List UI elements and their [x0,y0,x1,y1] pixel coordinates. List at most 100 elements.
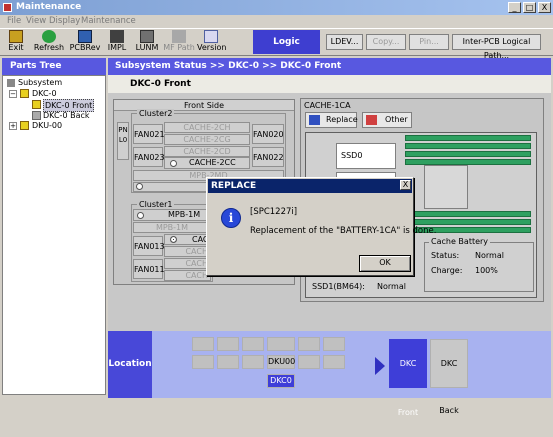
location-label: Location [108,331,152,398]
menu-maintenance[interactable]: Maintenance [81,15,136,28]
tree-item-dkc0[interactable]: DKC-0 [32,88,57,99]
location-cell[interactable] [192,337,214,351]
dialog-close-button[interactable]: X [400,180,411,190]
location-cell[interactable] [242,337,264,351]
cache-2ch-slot[interactable]: CACHE-2CH [164,122,250,133]
location-cell[interactable] [217,355,239,369]
refresh-icon [42,30,56,43]
warning-icon [20,121,29,130]
mpb-1m-slot[interactable]: MPB-1M [133,209,211,221]
fan023-slot[interactable]: FAN023 [133,147,165,167]
fan021-slot[interactable]: FAN021 [133,124,165,144]
mpb-1m-label: MPB-1M [168,210,201,219]
dimm-slot [405,211,531,217]
dkc-back-button[interactable]: DKC Back [430,339,468,415]
lunm-icon [140,30,154,43]
minimize-button[interactable]: _ [508,2,521,13]
replace-icon [309,115,320,125]
fan013-slot[interactable]: FAN013 [133,236,165,256]
inter-pcb-button[interactable]: Inter-PCB Logical Path... [452,34,541,60]
parts-tree-header: Parts Tree [2,58,106,75]
window-title: Maintenance [16,2,82,12]
menu-file[interactable]: File [7,15,21,28]
cache-2cg-slot[interactable]: CACHE-2CG [164,134,250,145]
maximize-button[interactable]: □ [523,2,536,13]
ok-button[interactable]: OK [359,255,411,272]
warning-icon [32,100,41,109]
battery-charge-value: 100% [475,266,498,275]
cluster2-label: Cluster2 [137,109,175,118]
dimm-slot [405,143,531,149]
cache-slot[interactable]: CACH [164,246,211,257]
fan011-slot[interactable]: FAN011 [133,259,165,279]
cache-slot[interactable]: CACH [164,258,211,269]
pcbrev-button[interactable]: PCBRev [69,29,101,55]
mf-path-icon [172,30,186,43]
exit-button[interactable]: Exit [4,29,28,55]
location-cell[interactable] [267,337,295,351]
dkc-front-button[interactable]: DKC Front [389,339,427,417]
replace-label: Replace [326,115,358,124]
radio-button[interactable] [137,212,144,219]
mpb-1m-dim-slot[interactable]: MPB-1M [133,222,211,233]
expand-dku00-icon[interactable]: + [9,122,17,130]
location-cell[interactable] [323,355,345,369]
menu-display[interactable]: Display [49,15,80,28]
location-cell[interactable] [192,355,214,369]
location-cell[interactable] [323,337,345,351]
app-icon [3,3,12,12]
location-dku00[interactable]: DKU00 [267,355,295,369]
copy-button[interactable]: Copy... [366,34,406,50]
tree-item-dku00[interactable]: DKU-00 [32,120,62,131]
ssd0-label: SSD0 [341,151,363,160]
pnl0-slot[interactable]: PNL0 [117,122,129,160]
location-cell[interactable] [298,337,320,351]
expand-dkc0-icon[interactable]: − [9,90,17,98]
cache-slot[interactable]: CACH [164,270,211,281]
radio-button[interactable] [170,160,177,167]
battery-status-value: Normal [475,251,504,260]
menu-bar: File View Display Maintenance [0,15,553,28]
logic-function-tab[interactable]: Logic Function [253,30,320,71]
battery-status-label: Status: [431,251,460,260]
version-button[interactable]: Version [197,29,226,55]
radio-button[interactable] [136,183,143,190]
breadcrumb: Subsystem Status >> DKC-0 >> DKC-0 Front [108,58,551,75]
ssd0-slot[interactable]: SSD0 [336,143,396,169]
other-label: Other [385,115,408,124]
version-icon [204,30,218,43]
current-location-arrow-icon [375,357,385,375]
exit-icon [9,30,23,43]
lunm-button[interactable]: LUNM [134,29,160,55]
ldev-button[interactable]: LDEV... [326,34,363,50]
replace-dialog: REPLACE X i [SPC1227i] Replacement of th… [206,177,436,276]
tree-item-subsystem[interactable]: Subsystem [18,77,62,88]
chip-outline [424,165,468,209]
pin-button[interactable]: Pin... [409,34,449,50]
radio-button-selected[interactable] [170,236,177,243]
location-dkc0[interactable]: DKC0 [267,374,295,388]
info-icon: i [221,208,241,228]
ssd1-value: Normal [377,282,406,291]
refresh-button[interactable]: Refresh [33,29,65,55]
mf-path-button[interactable]: MF Path [163,29,195,55]
close-window-button[interactable]: X [538,2,551,13]
location-cell[interactable] [298,355,320,369]
slot-empty[interactable] [133,182,213,192]
fan022-slot[interactable]: FAN022 [252,147,284,167]
cache-panel-title: CACHE-1CA [304,101,351,110]
cluster1-label: Cluster1 [137,200,175,209]
warning-icon [20,89,29,98]
impl-button[interactable]: IMPL [105,29,129,55]
impl-icon [110,30,124,43]
location-cell[interactable] [242,355,264,369]
dimm-slot [405,151,531,157]
menu-view[interactable]: View [26,15,46,28]
dialog-title: REPLACE [208,179,412,193]
cache-2cd-slot[interactable]: CACHE-2CD [164,146,250,157]
fan020-slot[interactable]: FAN020 [252,124,284,144]
dimm-slot [405,219,531,225]
location-cell[interactable] [217,337,239,351]
parts-tree: Subsystem − DKC-0 DKC-0 Front DKC-0 Back… [2,75,106,395]
window-title-bar: Maintenance [0,0,553,15]
